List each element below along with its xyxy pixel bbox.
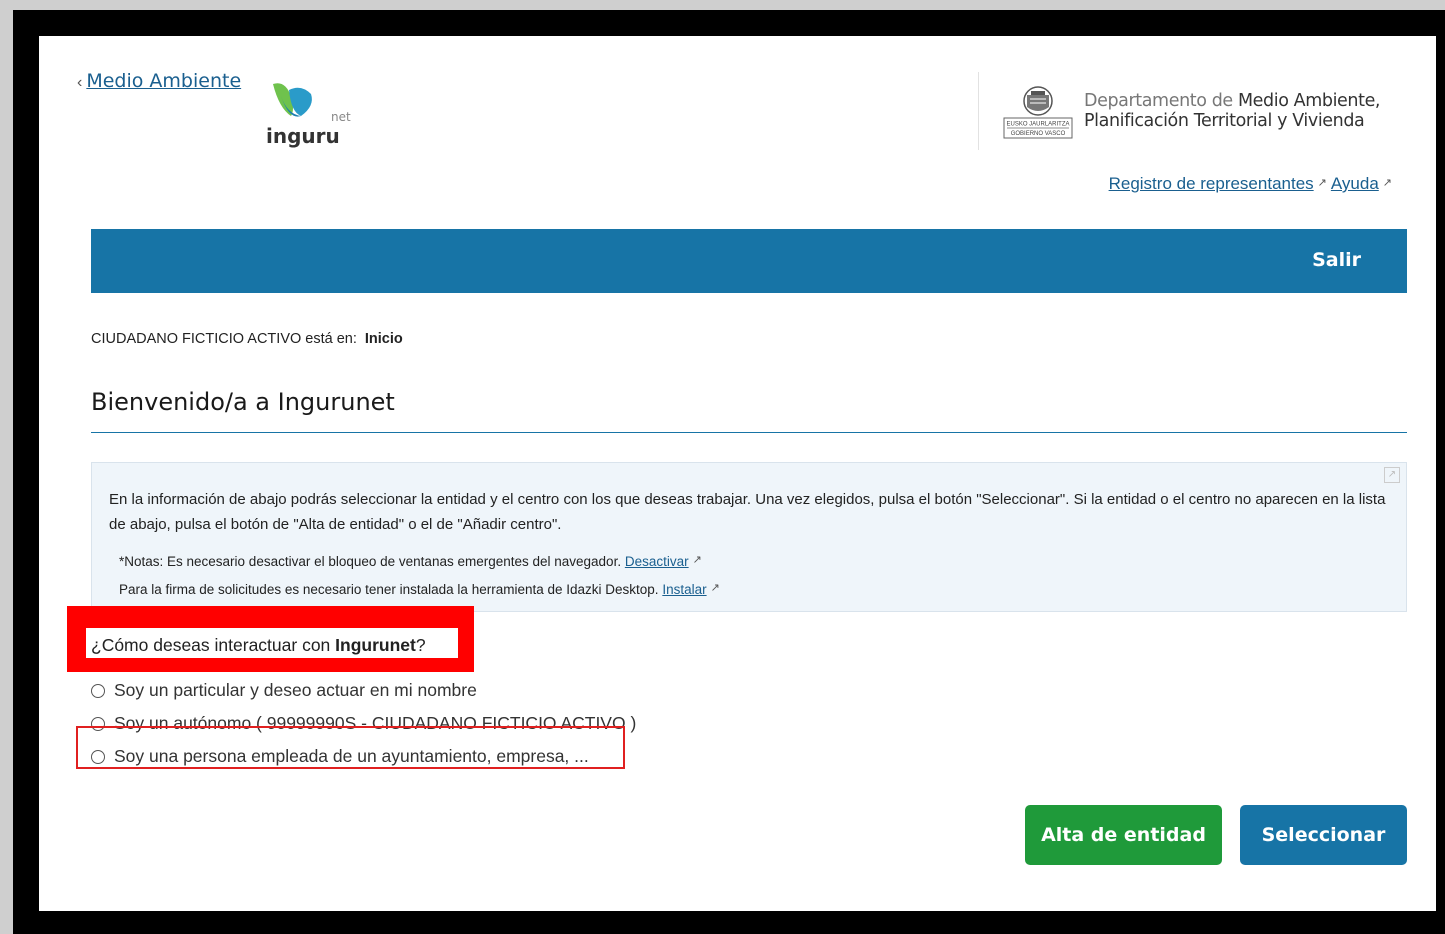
external-link-icon: ↗ [710, 582, 720, 594]
logo-net-suffix: net [331, 110, 351, 124]
title-divider [91, 432, 1407, 433]
chevron-left-icon: ‹ [77, 74, 83, 91]
department-name: Departamento de Medio Ambiente, Planific… [1084, 91, 1381, 131]
note-popups: *Notas: Es necesario desactivar el bloqu… [119, 553, 706, 569]
link-instalar[interactable]: Instalar [662, 582, 706, 597]
dept-prefix: Departamento de [1084, 91, 1233, 111]
gov-label-1: EUSKO JAURLARITZA [1006, 122, 1069, 128]
option-label: Soy un particular y deseo actuar en mi n… [114, 680, 477, 700]
info-box: ↗ En la información de abajo podrás sele… [91, 462, 1407, 612]
question-prefix: ¿Cómo deseas interactuar con [91, 635, 336, 655]
page-title: Bienvenido/a a Ingurunet [91, 388, 395, 416]
question-suffix: ? [415, 635, 426, 655]
logo-text: inguru [266, 124, 340, 148]
seleccionar-button[interactable]: Seleccionar [1240, 805, 1407, 865]
alta-entidad-button[interactable]: Alta de entidad [1025, 805, 1222, 865]
info-text: En la información de abajo podrás selecc… [109, 491, 1386, 533]
link-ayuda[interactable]: Ayuda [1331, 174, 1379, 193]
external-link-icon: ↗ [1382, 177, 1392, 189]
note-idazki-text: Para la firma de solicitudes es necesari… [119, 582, 659, 597]
radio-button[interactable] [91, 683, 105, 698]
gov-label-2: GOBIERNO VASCO [1011, 131, 1066, 137]
external-link-icon: ↗ [1317, 177, 1327, 189]
question-strong: Ingurunet [335, 635, 416, 655]
expand-icon[interactable]: ↗ [1384, 467, 1400, 483]
breadcrumb-prefix: CIUDADANO FICTICIO ACTIVO está en: [91, 331, 357, 347]
back-link-medio-ambiente[interactable]: Medio Ambiente [86, 70, 241, 92]
basque-government-shield-icon: EUSKO JAURLARITZA GOBIERNO VASCO [1003, 86, 1073, 139]
link-desactivar[interactable]: Desactivar [625, 554, 689, 569]
salir-button[interactable]: Salir [1312, 249, 1361, 271]
option-particular[interactable]: Soy un particular y deseo actuar en mi n… [91, 674, 636, 707]
external-link-icon: ↗ [692, 554, 702, 566]
nav-bar: Salir [91, 229, 1407, 293]
breadcrumb: CIUDADANO FICTICIO ACTIVO está en: Inicio [91, 331, 403, 347]
dept-line2: Planificación Territorial y Vivienda [1084, 111, 1365, 131]
note-idazki: Para la firma de solicitudes es necesari… [119, 581, 724, 597]
back-link-container: ‹ Medio Ambiente [77, 70, 241, 93]
page: ‹ Medio Ambiente net inguru EUSKO JAURLAR… [39, 36, 1436, 911]
link-registro-representantes[interactable]: Registro de representantes [1109, 174, 1314, 193]
question-label: ¿Cómo deseas interactuar con Ingurunet? [91, 635, 426, 656]
option-highlight-box [76, 726, 625, 769]
header-divider [978, 72, 979, 150]
top-links: Registro de representantes ↗ Ayuda ↗ [1109, 174, 1396, 194]
breadcrumb-current: Inicio [364, 331, 403, 347]
dept-strong: Medio Ambiente, [1237, 91, 1381, 111]
note-popups-text: *Notas: Es necesario desactivar el bloqu… [119, 554, 622, 569]
